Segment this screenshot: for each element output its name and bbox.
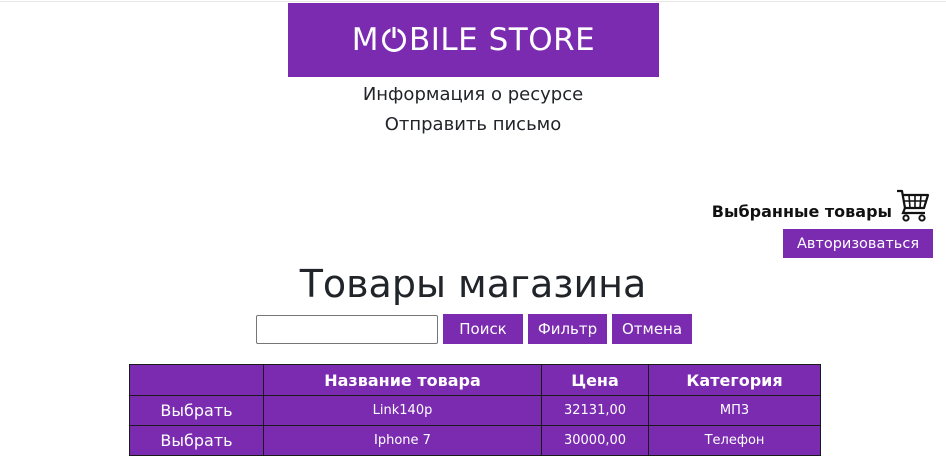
- logo-text: M BILE STORE: [352, 22, 596, 58]
- product-name-cell: Iphone 7: [263, 425, 542, 456]
- product-price-cell: 32131,00: [541, 395, 649, 426]
- product-price-cell: 30000,00: [541, 425, 649, 456]
- search-input[interactable]: [256, 315, 438, 344]
- cart-icon[interactable]: [896, 188, 930, 222]
- store-logo[interactable]: M BILE STORE: [288, 3, 659, 77]
- page-title: Товары магазина: [299, 262, 647, 306]
- login-button[interactable]: Авторизоваться: [783, 229, 933, 258]
- product-category-cell: Телефон: [648, 425, 821, 456]
- top-divider: [0, 1, 946, 2]
- power-icon: [381, 26, 406, 52]
- cart-label: Выбранные товары: [711, 202, 892, 221]
- select-link[interactable]: Выбрать: [129, 395, 264, 426]
- column-header-category: Категория: [648, 364, 821, 396]
- info-link[interactable]: Информация о ресурсе: [0, 84, 946, 105]
- logo-suffix: BILE STORE: [408, 22, 596, 58]
- product-category-cell: МП3: [648, 395, 821, 426]
- column-header-name: Название товара: [263, 364, 542, 396]
- column-header-action: [129, 364, 264, 396]
- search-button[interactable]: Поиск: [443, 314, 523, 344]
- select-link[interactable]: Выбрать: [129, 425, 264, 456]
- products-table: Название товара Цена Категория Выбрать L…: [129, 364, 821, 456]
- cancel-button[interactable]: Отмена: [612, 314, 692, 344]
- table-row: Выбрать Iphone 7 30000,00 Телефон: [129, 425, 821, 456]
- product-name-cell: Link140p: [263, 395, 542, 426]
- mail-link[interactable]: Отправить письмо: [0, 114, 946, 135]
- filter-button[interactable]: Фильтр: [528, 314, 607, 344]
- column-header-price: Цена: [541, 364, 649, 396]
- logo-prefix: M: [351, 22, 379, 58]
- table-row: Выбрать Link140p 32131,00 МП3: [129, 395, 821, 426]
- cart-link[interactable]: Выбранные товары: [712, 188, 930, 222]
- table-header-row: Название товара Цена Категория: [129, 364, 821, 396]
